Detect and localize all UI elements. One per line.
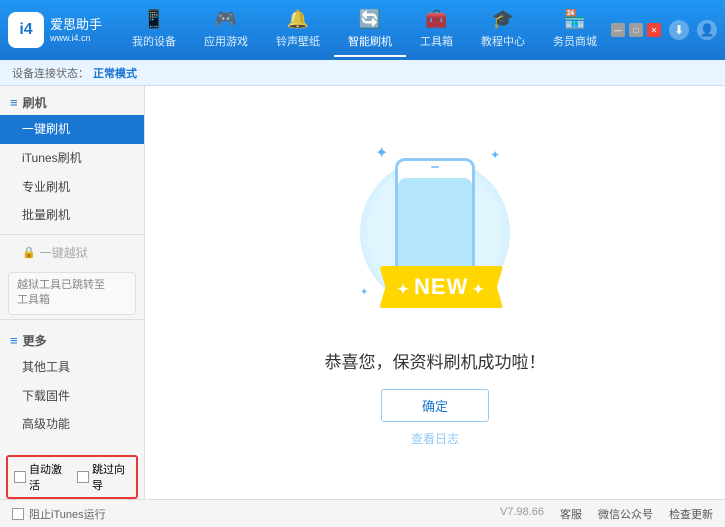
phone-screen [398,178,472,269]
itunes-checkbox[interactable] [12,508,24,520]
footer-wechat[interactable]: 微信公众号 [598,506,653,522]
log-link[interactable]: 查看日志 [411,430,459,447]
toolbox-icon: 🧰 [425,9,447,30]
logo: i4 爱思助手 www.i4.cn [8,12,118,48]
nav-business[interactable]: 🏪 务员商城 [539,3,611,57]
download-button[interactable]: ⬇ [669,20,689,40]
status-value: 正常模式 [93,65,137,81]
nav-app-games[interactable]: 🎮 应用游戏 [190,3,262,57]
sidebar-item-itunes-flash[interactable]: iTunes刷机 [0,144,144,173]
sidebar-item-batch-flash[interactable]: 批量刷机 [0,201,144,230]
main-layout: ≡ 刷机 一键刷机 iTunes刷机 专业刷机 批量刷机 🔒 一键越狱 越狱工具… [0,86,725,499]
sidebar-item-one-key-flash[interactable]: 一键刷机 [0,115,144,144]
star-icon-2: ✦ [490,148,500,162]
sidebar-section-more: ≡ 更多 [0,324,144,353]
nav-tutorial[interactable]: 🎓 教程中心 [467,3,539,57]
auto-activate-label[interactable]: 自动激活 [14,461,67,493]
footer-right: V7.98.66 客服 微信公众号 检查更新 [500,506,713,522]
main-nav: 📱 我的设备 🎮 应用游戏 🔔 铃声壁纸 🔄 智能刷机 🧰 工具箱 🎓 教程中心… [118,3,611,57]
ringtones-icon: 🔔 [287,9,309,30]
skip-wizard-checkbox[interactable] [77,471,89,483]
confirm-button[interactable]: 确定 [381,389,489,422]
flash-section-icon: ≡ [10,95,18,110]
my-device-icon: 📱 [143,9,165,30]
sidebar: ≡ 刷机 一键刷机 iTunes刷机 专业刷机 批量刷机 🔒 一键越狱 越狱工具… [0,86,145,499]
minimize-button[interactable]: — [611,23,625,37]
auto-activate-checkbox[interactable] [14,471,26,483]
sidebar-item-pro-flash[interactable]: 专业刷机 [0,173,144,202]
sidebar-divider-1 [0,234,144,235]
status-label: 设备连接状态： [12,65,89,81]
footer-customer-service[interactable]: 客服 [560,506,582,522]
nav-smart-flash[interactable]: 🔄 智能刷机 [334,3,406,57]
sidebar-item-jailbreak: 🔒 一键越狱 [0,239,144,268]
footer-check-update[interactable]: 检查更新 [669,506,713,522]
nav-toolbox[interactable]: 🧰 工具箱 [406,3,467,57]
header-right: — □ ✕ ⬇ 👤 [611,20,717,40]
maximize-button[interactable]: □ [629,23,643,37]
success-illustration: ✦ ✦ ✦ NEW [345,138,525,328]
success-text: 恭喜您，保资料刷机成功啦！ [325,348,546,373]
status-bar: 设备连接状态： 正常模式 [0,60,725,86]
sidebar-item-other-tools[interactable]: 其他工具 [0,353,144,382]
close-button[interactable]: ✕ [647,23,661,37]
sidebar-section-flash: ≡ 刷机 [0,86,144,115]
sidebar-item-advanced[interactable]: 高级功能 [0,410,144,439]
star-icon-1: ✦ [375,143,388,163]
phone-speaker [431,166,439,168]
sidebar-divider-2 [0,319,144,320]
footer-left: 阻止iTunes运行 [12,506,106,522]
smart-flash-icon: 🔄 [359,9,381,30]
nav-ringtones[interactable]: 🔔 铃声壁纸 [262,3,334,57]
user-button[interactable]: 👤 [697,20,717,40]
sidebar-item-download-firmware[interactable]: 下载固件 [0,382,144,411]
skip-wizard-label[interactable]: 跳过向导 [77,461,130,493]
content-area: ✦ ✦ ✦ NEW 恭喜您，保资料刷机成功啦！ 确定 查看日志 [145,86,725,499]
checkbox-group: 自动激活 跳过向导 [6,455,138,499]
tutorial-icon: 🎓 [492,9,514,30]
footer: 阻止iTunes运行 V7.98.66 客服 微信公众号 检查更新 [0,499,725,527]
business-icon: 🏪 [564,9,586,30]
header: i4 爱思助手 www.i4.cn 📱 我的设备 🎮 应用游戏 🔔 铃声壁纸 🔄… [0,0,725,60]
version-label: V7.98.66 [500,506,544,522]
logo-icon: i4 [8,12,44,48]
app-games-icon: 🎮 [215,9,237,30]
star-icon-3: ✦ [360,287,368,298]
nav-my-device[interactable]: 📱 我的设备 [118,3,190,57]
window-controls: — □ ✕ [611,23,661,37]
more-section-icon: ≡ [10,333,18,348]
sidebar-notice: 越狱工具已跳转至工具箱 [8,272,136,315]
itunes-label: 阻止iTunes运行 [29,506,106,522]
new-badge: NEW [379,266,503,308]
logo-url: www.i4.cn [50,33,102,43]
logo-name: 爱思助手 [50,17,102,34]
